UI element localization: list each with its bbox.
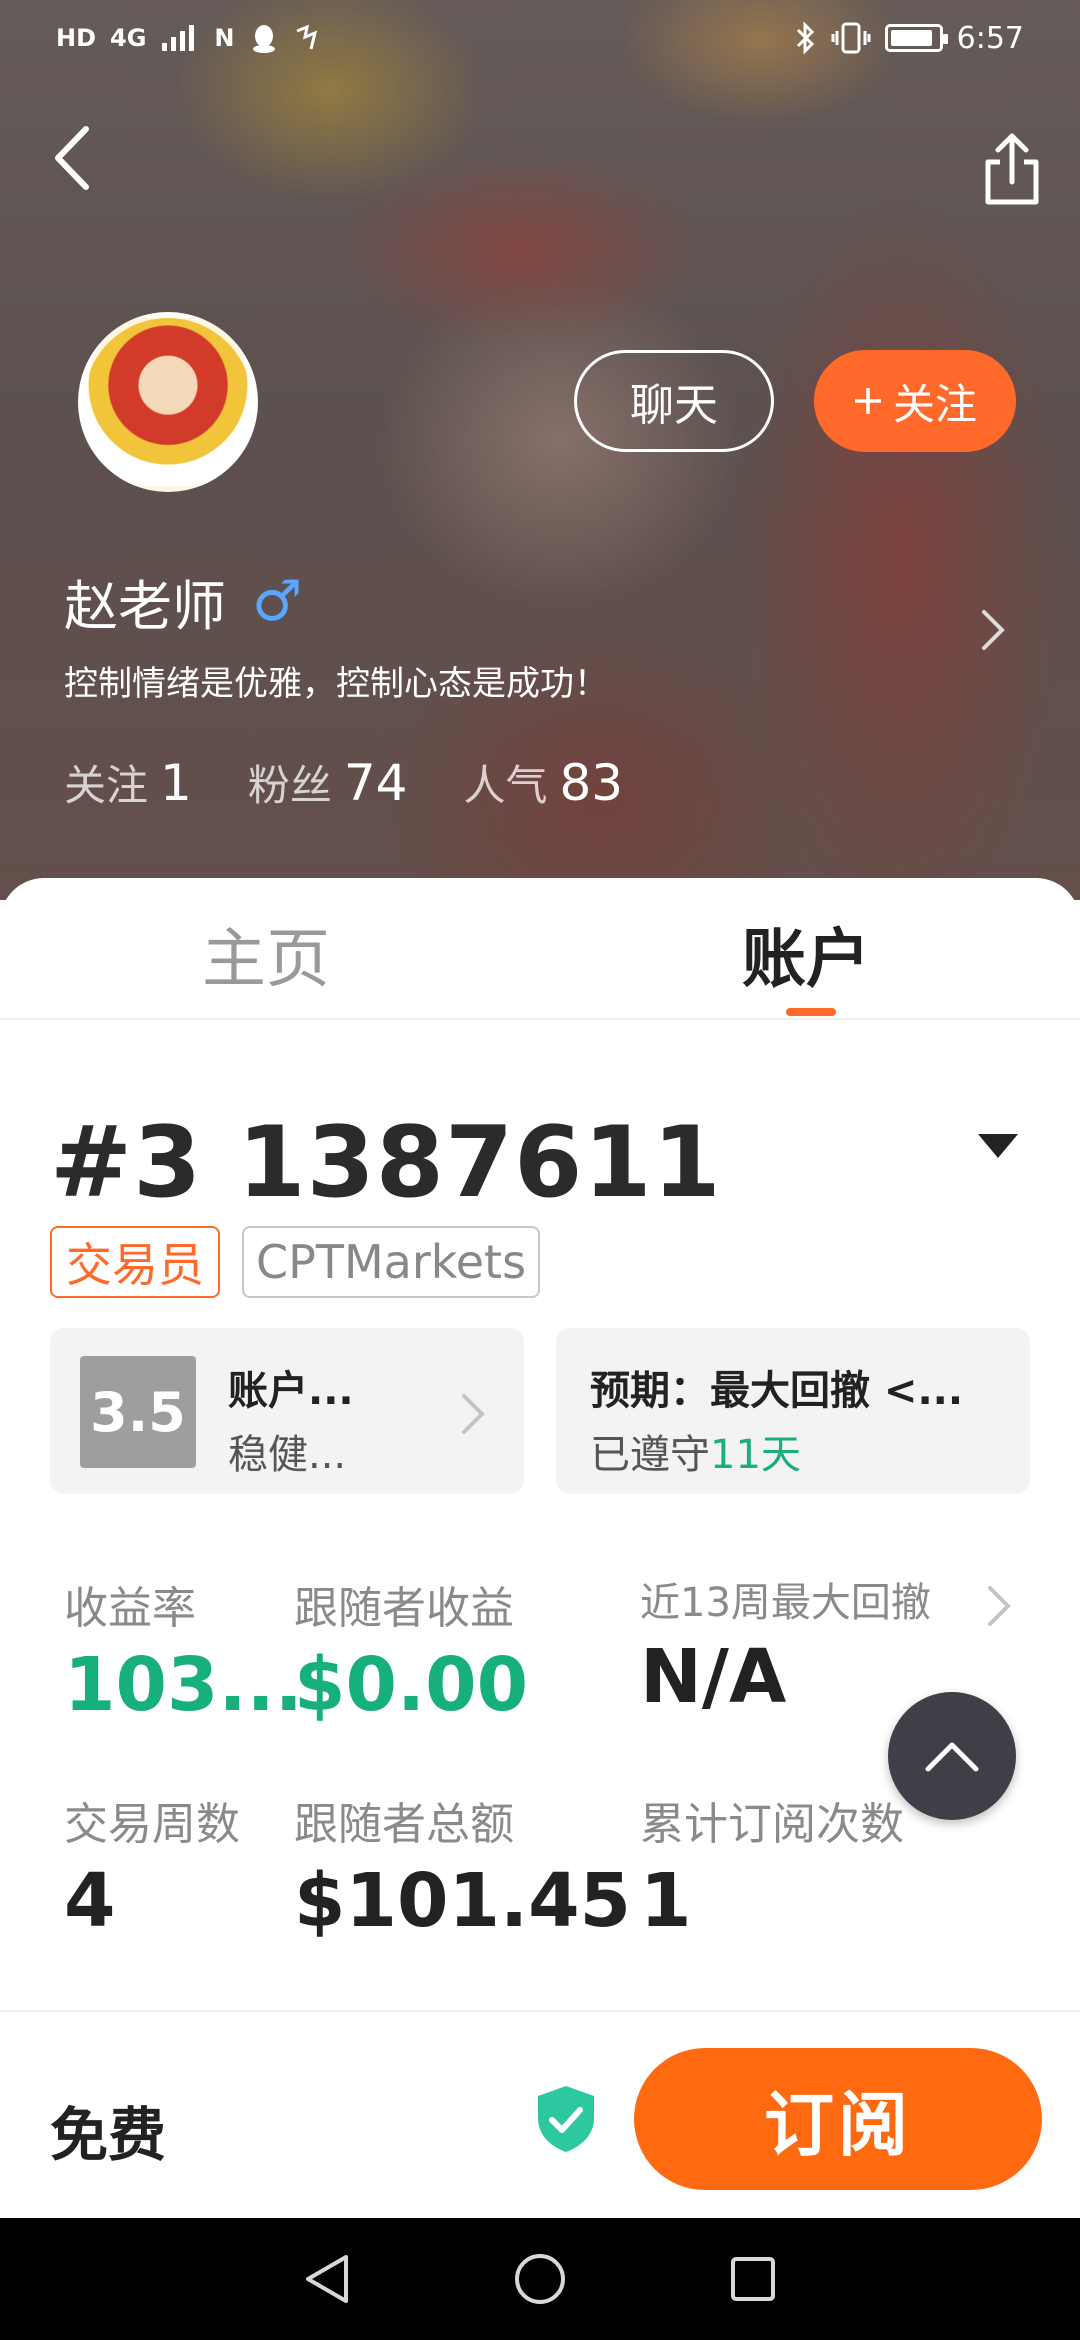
status-left: HD 4G N xyxy=(56,22,327,54)
bluetooth-icon xyxy=(796,21,814,55)
nfc-icon: N xyxy=(214,24,235,52)
metric-value: N/A xyxy=(640,1634,787,1720)
status-bar: HD 4G N 6:57 xyxy=(0,0,1080,76)
expectation-status: 已遵守11天 xyxy=(590,1422,801,1480)
share-icon xyxy=(985,133,1039,205)
system-nav-bar xyxy=(0,2218,1080,2340)
back-button[interactable] xyxy=(44,122,100,194)
stat-popularity: 人气 83 xyxy=(463,752,623,813)
metric-trading-weeks: 交易周数 4 xyxy=(64,1788,240,1944)
stat-value: 83 xyxy=(559,754,624,812)
vibrate-icon xyxy=(831,22,871,54)
subscribe-button[interactable]: 订阅 xyxy=(634,2048,1042,2190)
account-selector-dropdown[interactable] xyxy=(976,1130,1020,1162)
expectation-days: 11天 xyxy=(710,1432,801,1478)
user-bio: 控制情绪是优雅，控制心态是成功！ xyxy=(64,664,608,704)
qq-icon xyxy=(252,25,275,53)
network-indicator: 4G xyxy=(110,24,147,52)
profile-detail-link[interactable] xyxy=(978,600,1008,660)
score-badge: 3.5 xyxy=(80,1356,196,1468)
role-tag: 交易员 xyxy=(50,1226,220,1298)
plus-icon xyxy=(854,388,881,414)
metric-label: 跟随者总额 xyxy=(294,1799,514,1850)
square-recents-icon xyxy=(731,2257,776,2301)
metric-total-subscriptions: 累计订阅次数 1 xyxy=(640,1788,904,1944)
stat-label: 关注 xyxy=(64,761,149,810)
metric-follower-total: 跟随者总额 $101.45 xyxy=(294,1788,631,1944)
battery-icon xyxy=(884,24,948,52)
metric-label: 累计订阅次数 xyxy=(640,1799,904,1850)
metric-follower-profit: 跟随者收益 $0.00 xyxy=(294,1572,528,1728)
chat-button-label: 聊天 xyxy=(630,380,718,431)
rating-chevron xyxy=(458,1386,488,1442)
expectation-box[interactable]: 预期：最大回撤 <... 已遵守11天 xyxy=(556,1328,1030,1494)
metrics-detail-link[interactable] xyxy=(984,1578,1014,1634)
caret-down-icon xyxy=(978,1134,1018,1158)
signal-icon xyxy=(162,25,195,51)
subscribe-button-label: 订阅 xyxy=(764,2083,912,2166)
app-notification-icon xyxy=(295,24,317,50)
expectation-status-prefix: 已遵守 xyxy=(590,1432,710,1478)
hd-indicator: HD xyxy=(56,24,97,52)
metric-label: 交易周数 xyxy=(64,1799,240,1850)
tab-home[interactable]: 主页 xyxy=(202,908,330,1000)
chevron-right-icon xyxy=(462,1394,485,1434)
chevron-left-icon xyxy=(55,126,89,190)
circle-home-icon xyxy=(514,2254,565,2304)
profile-stats: 关注 1 粉丝 74 人气 83 xyxy=(64,752,623,813)
stat-label: 粉丝 xyxy=(247,761,332,810)
follow-button[interactable]: 关注 xyxy=(814,350,1016,452)
tab-active-indicator xyxy=(786,1008,836,1016)
metric-label: 近13周最大回撤 xyxy=(640,1580,931,1626)
metric-value: 4 xyxy=(64,1858,116,1944)
stat-value: 1 xyxy=(160,754,192,812)
stat-label: 人气 xyxy=(463,761,548,810)
rating-title: 账户... xyxy=(228,1368,354,1414)
tab-account[interactable]: 账户 xyxy=(742,908,870,1000)
male-gender-icon: ♂ xyxy=(252,569,303,634)
shield-check-icon xyxy=(538,2086,594,2152)
triangle-back-icon xyxy=(305,2255,348,2303)
broker-tag: CPTMarkets xyxy=(242,1226,541,1298)
status-right: 6:57 xyxy=(795,21,1024,56)
chevron-right-icon xyxy=(988,1586,1011,1626)
stat-value: 74 xyxy=(343,754,408,812)
expectation-title: 预期：最大回撤 <... xyxy=(590,1368,964,1414)
chat-button[interactable]: 聊天 xyxy=(574,350,774,452)
metric-label: 收益率 xyxy=(64,1583,196,1634)
avatar[interactable] xyxy=(78,312,258,492)
tab-bar: 主页 账户 xyxy=(0,878,1080,1020)
rating-subtitle: 稳健... xyxy=(228,1432,347,1478)
nav-recents-button[interactable] xyxy=(718,2244,788,2314)
metric-value: $101.45 xyxy=(294,1858,632,1944)
metric-return-rate: 收益率 103... xyxy=(64,1572,303,1728)
stat-following[interactable]: 关注 1 xyxy=(64,752,192,813)
metric-value: 103... xyxy=(64,1642,303,1728)
account-number: #3 1387611 xyxy=(50,1106,722,1220)
metric-label: 跟随者收益 xyxy=(294,1583,514,1634)
user-name: 赵老师 xyxy=(64,575,226,638)
scroll-to-top-button[interactable] xyxy=(888,1692,1016,1820)
price-label: 免费 xyxy=(50,2101,167,2169)
stat-followers[interactable]: 粉丝 74 xyxy=(248,752,408,813)
nav-home-button[interactable] xyxy=(505,2244,575,2314)
follow-button-label: 关注 xyxy=(892,379,977,429)
clock: 6:57 xyxy=(956,20,1024,56)
user-name-row: 赵老师 ♂ xyxy=(64,562,302,641)
chevron-right-icon xyxy=(982,610,1005,650)
account-rating-box[interactable]: 3.5 账户... 稳健... xyxy=(50,1328,524,1494)
share-button[interactable] xyxy=(980,132,1044,208)
subscribe-action-bar: 免费 订阅 xyxy=(0,2010,1080,2218)
metric-value: 1 xyxy=(640,1858,692,1944)
metric-value: $0.00 xyxy=(294,1642,529,1728)
chevron-up-icon xyxy=(925,1742,979,1772)
metric-max-drawdown: 近13周最大回撤 N/A xyxy=(640,1570,931,1720)
nav-back-button[interactable] xyxy=(292,2244,362,2314)
